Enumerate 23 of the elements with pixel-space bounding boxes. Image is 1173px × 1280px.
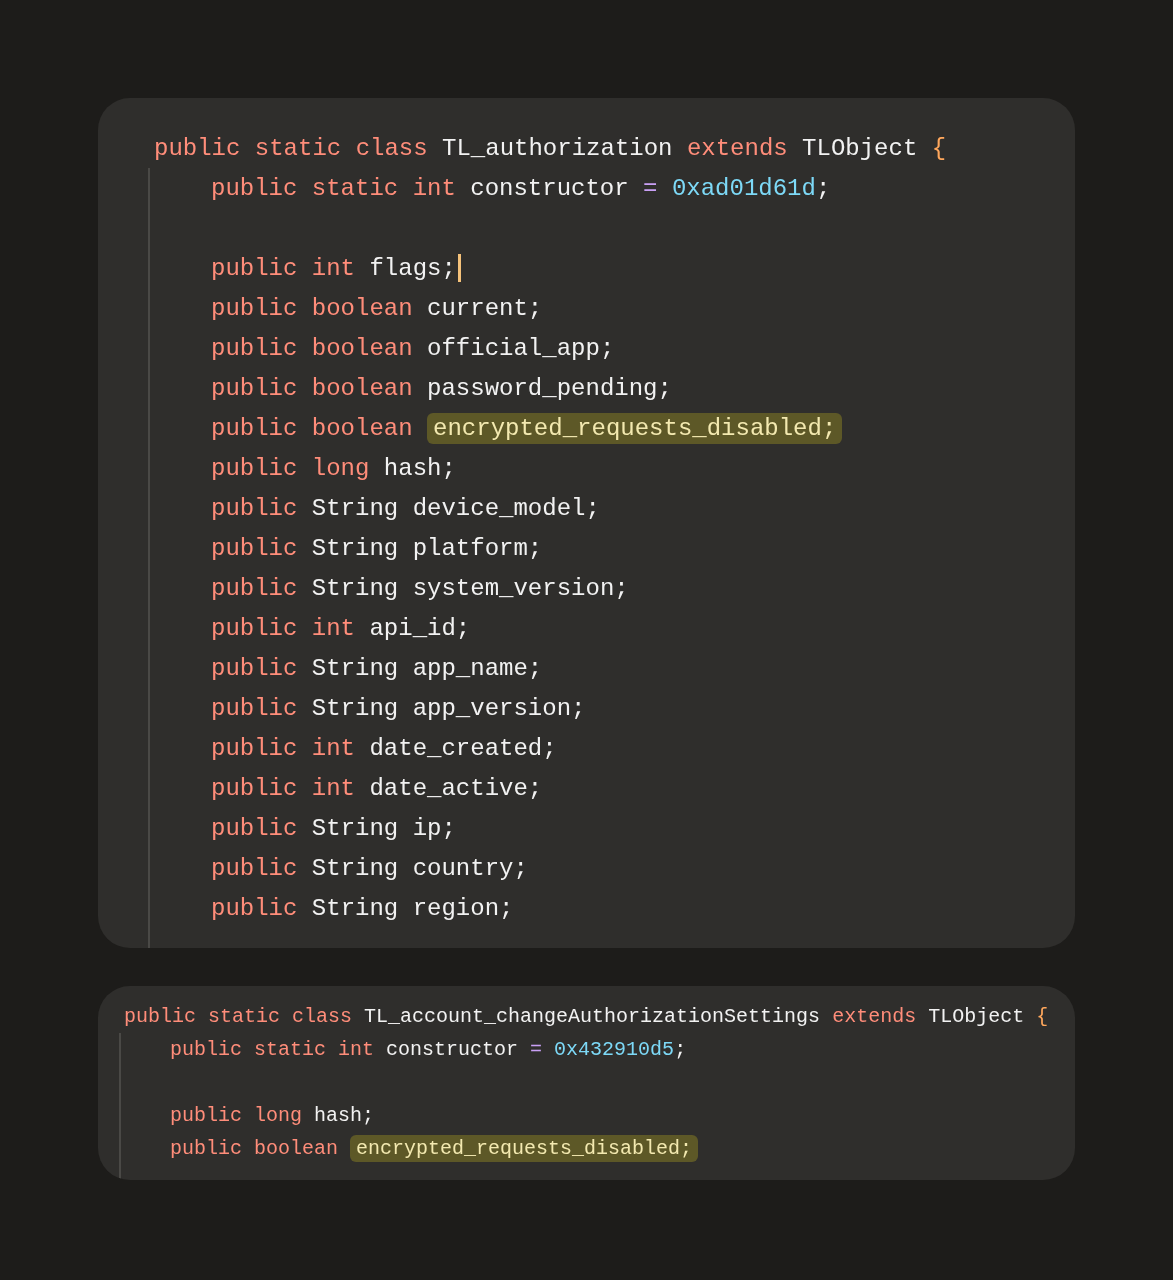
code-line: public static class TL_authorization extends TLObject { <box>154 134 947 162</box>
code-line: public String app_name; <box>211 654 543 682</box>
code-line: public boolean current; <box>211 294 543 322</box>
code-line: public String system_version; <box>211 574 629 602</box>
code-line: public int api_id; <box>211 614 471 642</box>
code-line: public int flags; <box>211 254 456 282</box>
code-line: public int date_active; <box>211 774 543 802</box>
code-line: public boolean password_pending; <box>211 374 672 402</box>
code-line: public long hash; <box>211 454 456 482</box>
code-line: public static int constructor = 0x432910d5; <box>170 1038 687 1061</box>
code-line: public String device_model; <box>211 494 600 522</box>
code-line: public static class TL_account_changeAuthorizationSettings extends TLObject { <box>124 1005 1049 1028</box>
code-line: public String platform; <box>211 534 543 562</box>
code-line: public String country; <box>211 854 528 882</box>
code-line: public String ip; <box>211 814 456 842</box>
code-line: public String app_version; <box>211 694 586 722</box>
code-line: public boolean official_app; <box>211 334 615 362</box>
code-line: public boolean encrypted_requests_disabled; <box>170 1137 699 1160</box>
code-line: public static int constructor = 0xad01d61d; <box>211 174 831 202</box>
code-line: public long hash; <box>170 1104 375 1127</box>
code-line: public boolean encrypted_requests_disabled; <box>211 414 843 442</box>
code-line: public int date_created; <box>211 734 557 762</box>
code-line: public String region; <box>211 894 514 922</box>
